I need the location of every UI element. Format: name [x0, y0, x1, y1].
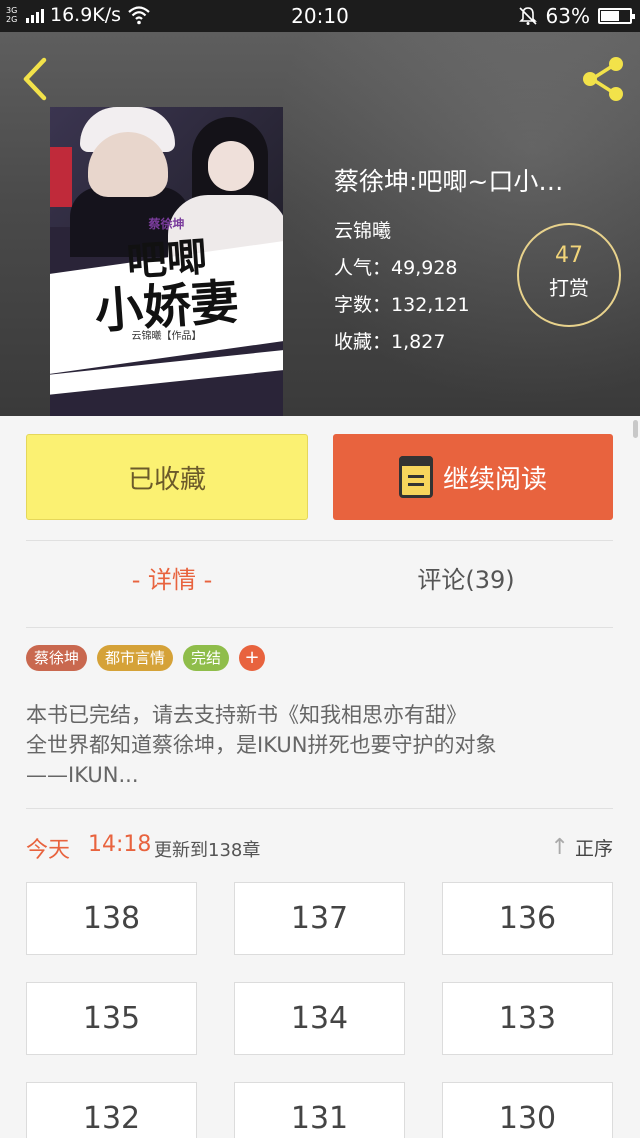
tip-button[interactable]: 47 打赏: [517, 223, 621, 327]
tag-cxk[interactable]: 蔡徐坤: [26, 645, 88, 671]
update-row: 今天 14:18 更新到138章 ↑ 正序: [26, 830, 613, 864]
update-time: 14:18: [88, 832, 152, 857]
arrow-up-icon: ↑: [550, 835, 569, 860]
back-arrow-icon[interactable]: [16, 54, 56, 104]
book-icon: [398, 456, 433, 498]
battery-fill: [601, 11, 619, 21]
mute-bell-icon: [518, 7, 537, 25]
chapter-button[interactable]: 138: [26, 882, 197, 955]
continue-reading-label: 继续阅读: [442, 464, 547, 495]
update-message: 更新到138章: [154, 840, 261, 861]
favorites-stat: 收藏：1,827: [334, 327, 624, 354]
chapter-button[interactable]: 137: [234, 882, 405, 955]
divider: [26, 808, 613, 809]
divider: [26, 540, 613, 541]
collected-label: 已收藏: [127, 464, 206, 495]
popularity-label: 人气：: [334, 257, 392, 279]
update-day: 今天: [26, 838, 71, 863]
chapter-button[interactable]: 133: [442, 982, 613, 1055]
collected-button[interactable]: 已收藏: [26, 434, 308, 520]
tag-completed[interactable]: 完结: [183, 645, 230, 671]
scrollbar[interactable]: [633, 420, 638, 438]
battery-icon: [598, 8, 635, 24]
tip-label: 打赏: [549, 276, 589, 300]
chapter-button[interactable]: 130: [442, 1082, 613, 1138]
popularity-value: 49,928: [391, 257, 458, 279]
tab-comment[interactable]: 评论(39): [320, 560, 612, 595]
sort-label: 正序: [574, 838, 613, 860]
description-line: 本书已完结，请去支持新书《知我相思亦有甜》: [26, 703, 467, 727]
tag-list: 蔡徐坤 都市言情 完结 +: [26, 645, 266, 671]
sort-toggle[interactable]: ↑ 正序: [551, 834, 613, 861]
book-header: 蔡徐坤 吧唧 小娇妻 云锦曦【作品】 蔡徐坤:吧唧~口小… 云锦曦 人气：49,…: [0, 32, 640, 416]
tab-detail[interactable]: - 详情 -: [26, 560, 318, 595]
divider: [26, 627, 613, 628]
continue-reading-button[interactable]: 继续阅读: [333, 434, 613, 520]
tip-count: 47: [555, 243, 583, 268]
tag-urban-romance[interactable]: 都市言情: [97, 645, 174, 671]
add-tag-icon[interactable]: +: [239, 645, 266, 671]
words-value: 132,121: [391, 294, 470, 316]
book-description[interactable]: 本书已完结，请去支持新书《知我相思亦有甜》 全世界都知道蔡徐坤，是IKUN拼死也…: [26, 700, 616, 790]
chapter-button[interactable]: 131: [234, 1082, 405, 1138]
chapter-button[interactable]: 136: [442, 882, 613, 955]
battery-percent: 63%: [545, 4, 590, 28]
status-bar: 3G 2G 16.9K/s 20:10 63%: [0, 0, 640, 32]
status-right: 63%: [518, 4, 635, 28]
favorites-label: 收藏：: [334, 331, 392, 353]
chapter-button[interactable]: 132: [26, 1082, 197, 1138]
description-line: ——IKUN...: [26, 763, 139, 787]
cover-byline: 云锦曦【作品】: [131, 331, 202, 342]
chapter-button[interactable]: 135: [26, 982, 197, 1055]
description-line: 全世界都知道蔡徐坤，是IKUN拼死也要守护的对象: [26, 733, 497, 757]
book-cover[interactable]: 蔡徐坤 吧唧 小娇妻 云锦曦【作品】: [50, 107, 283, 416]
favorites-value: 1,827: [391, 331, 446, 353]
book-title: 蔡徐坤:吧唧~口小…: [334, 167, 564, 196]
words-label: 字数：: [334, 294, 392, 316]
chapter-button[interactable]: 134: [234, 982, 405, 1055]
share-icon[interactable]: [578, 54, 628, 104]
